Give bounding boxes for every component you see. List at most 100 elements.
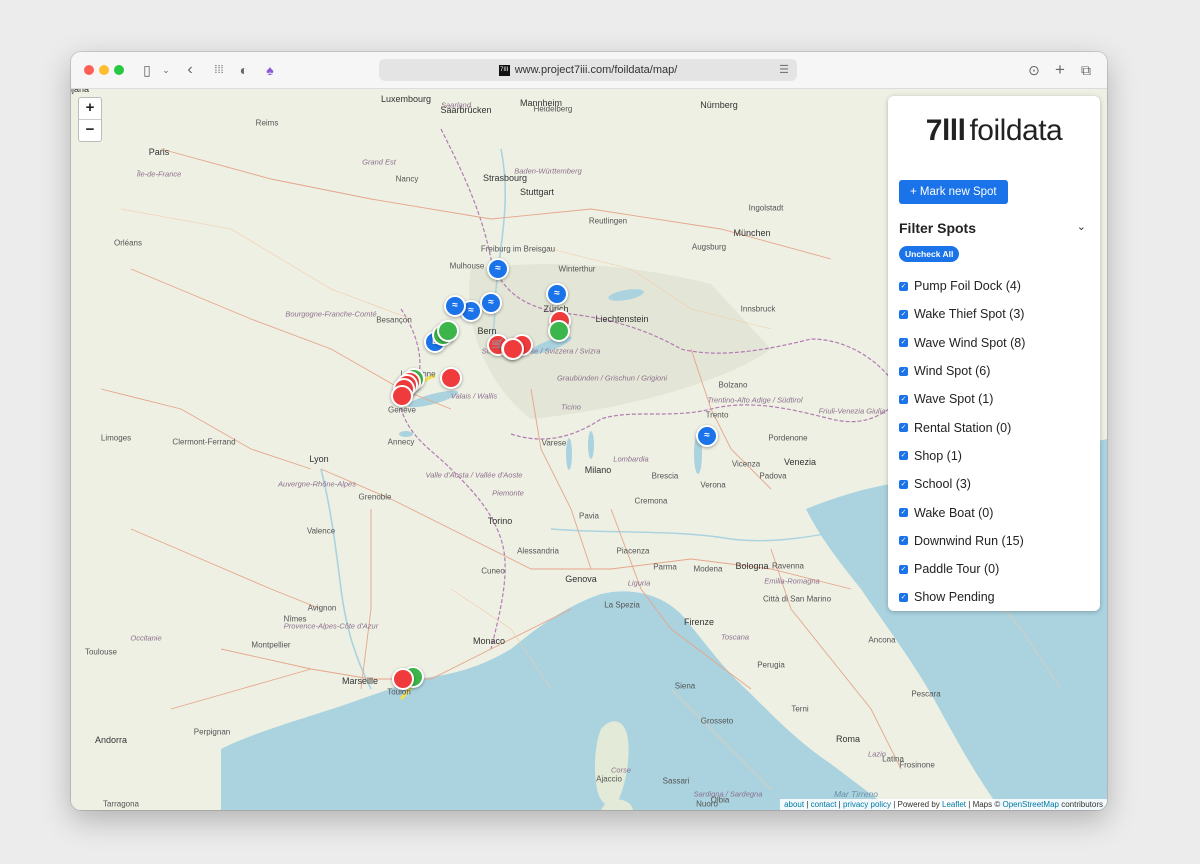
filter-label: Pump Foil Dock (4) (914, 279, 1021, 294)
spot-marker-blue[interactable]: ≈ (444, 295, 466, 317)
filter-option[interactable]: ✓ Pump Foil Dock (4) (899, 272, 1094, 300)
filter-checkbox[interactable]: ✓ (899, 592, 908, 602)
privacy-shield-icon[interactable]: ◐ (237, 60, 251, 80)
filter-option[interactable]: ✓ Wake Boat (0) (899, 498, 1094, 526)
filter-checkbox[interactable]: ✓ (899, 394, 908, 404)
spot-marker-blue[interactable]: ≈ (480, 292, 502, 314)
filter-option[interactable]: ✓ Wave Spot (1) (899, 385, 1094, 413)
map-attribution: about | contact | privacy policy | Power… (780, 799, 1107, 810)
map-label-orl-ans: Orléans (113, 238, 143, 248)
sidebar-icon[interactable]: ▯ (139, 60, 155, 80)
logo-mark: 7lll (925, 114, 966, 147)
spot-marker-blue[interactable]: ≈ (546, 283, 568, 305)
map-label-trentino-alto-adige-s-dtirol: Trentino-Alto Adige / Südtirol (707, 395, 803, 405)
map-label-reutlingen: Reutlingen (588, 216, 628, 226)
filter-option[interactable]: ✓ Wave Wind Spot (8) (899, 329, 1094, 357)
map-label-freiburg-im-breisgau: Freiburg im Breisgau (480, 244, 556, 254)
map-label-occitanie: Occitanie (130, 633, 162, 643)
map-label-pavia: Pavia (578, 511, 600, 521)
map-label-ajaccio: Ajaccio (596, 774, 622, 784)
spot-marker-green[interactable] (437, 320, 459, 342)
back-icon[interactable]: ‹ (183, 60, 197, 80)
filter-label: Wind Spot (6) (914, 364, 991, 379)
map-label-graub-nden-grischun-grigioni: Graubünden / Grischun / Grigioni (556, 373, 668, 383)
map-label-limoges: Limoges (100, 433, 132, 443)
map-label-besan-on: Besançon (376, 315, 412, 325)
chevron-down-icon[interactable]: ⌄ (161, 60, 171, 80)
map-label-bolzano: Bolzano (718, 380, 748, 390)
contact-link[interactable]: contact (811, 800, 837, 809)
spot-marker-red[interactable] (440, 367, 462, 389)
filter-checkbox[interactable]: ✓ (899, 564, 908, 574)
map[interactable]: Luxembourg Saarland Mannheim Saarbrücken Hei… (71, 89, 1107, 810)
spot-marker-blue[interactable]: ≈ (487, 258, 509, 280)
spot-marker-red[interactable] (392, 668, 414, 690)
map-label-bourgogne-franche-comt: Bourgogne-Franche-Comté (285, 309, 377, 319)
tabs-icon[interactable]: ⧉ (1078, 60, 1094, 80)
zoom-window-button[interactable] (114, 65, 124, 75)
map-label-n-mes: Nîmes (283, 614, 307, 624)
filter-option[interactable]: ✓ Shop (1) (899, 442, 1094, 470)
map-label-annecy: Annecy (387, 437, 415, 447)
map-label-heidelberg: Heidelberg (533, 104, 573, 114)
spot-marker-red[interactable] (391, 385, 413, 407)
reader-mode-icon[interactable]: ☰ (779, 63, 789, 76)
filter-option[interactable]: ✓ Rental Station (0) (899, 413, 1094, 441)
map-label-torino: Torino (487, 516, 513, 526)
filter-option[interactable]: ✓ School (3) (899, 470, 1094, 498)
map-label-lombardia: Lombardia (613, 454, 649, 464)
minimize-window-button[interactable] (99, 65, 109, 75)
zoom-out-button[interactable]: − (79, 119, 101, 141)
url-text[interactable]: www.project7iii.com/foildata/map/ (515, 64, 678, 76)
uncheck-all-button[interactable]: Uncheck All (899, 246, 960, 262)
spot-marker-blue[interactable]: ≈ (696, 425, 718, 447)
tab-overview-icon[interactable]: ⁞⁞⁞ (211, 60, 227, 80)
chevron-down-icon[interactable]: ⌄ (1077, 220, 1086, 233)
filter-label: Downwind Run (15) (914, 533, 1024, 548)
filter-option[interactable]: ✓ Wind Spot (6) (899, 357, 1094, 385)
filter-checkbox[interactable]: ✓ (899, 309, 908, 319)
spot-marker-red[interactable] (502, 338, 524, 360)
new-tab-icon[interactable]: + (1052, 60, 1068, 80)
close-window-button[interactable] (84, 65, 94, 75)
zoom-in-button[interactable]: + (79, 98, 101, 119)
map-label-monaco: Monaco (472, 636, 506, 646)
map-label-valais-wallis: Valais / Wallis (450, 391, 498, 401)
filter-checkbox[interactable]: ✓ (899, 423, 908, 433)
filter-option[interactable]: ✓ Downwind Run (15) (899, 527, 1094, 555)
logo-text: foildata (969, 114, 1063, 147)
privacy-policy-link[interactable]: privacy policy (843, 800, 891, 809)
filter-checkbox[interactable]: ✓ (899, 281, 908, 291)
address-bar[interactable]: 7III www.project7iii.com/foildata/map/ ☰ (379, 59, 797, 81)
filter-checkbox[interactable]: ✓ (899, 366, 908, 376)
filter-checkbox[interactable]: ✓ (899, 536, 908, 546)
about-link[interactable]: about (784, 800, 804, 809)
filter-label: Show Pending (914, 590, 995, 605)
openstreetmap-link[interactable]: OpenStreetMap (1002, 800, 1058, 809)
filter-option[interactable]: ✓ Paddle Tour (0) (899, 555, 1094, 583)
map-label-grand-est: Grand Est (362, 157, 396, 167)
map-label-pescara: Pescara (911, 689, 941, 699)
filter-checkbox[interactable]: ✓ (899, 479, 908, 489)
map-label-auvergne-rh-ne-alpes: Auvergne-Rhône-Alpes (278, 479, 356, 489)
spot-marker-green[interactable] (548, 320, 570, 342)
site-logo[interactable]: 7lll foildata (888, 114, 1100, 148)
extension-icon[interactable]: ♠ (263, 60, 277, 80)
filter-checkbox[interactable]: ✓ (899, 338, 908, 348)
map-label-paris: Paris (148, 147, 170, 157)
download-icon[interactable]: ⊙ (1026, 60, 1042, 80)
map-label-ancona: Ancona (868, 635, 896, 645)
map-label-perugia: Perugia (757, 660, 785, 670)
map-label-mar-tirreno: Mar Tirreno (834, 789, 878, 799)
filter-label: Wave Wind Spot (8) (914, 335, 1026, 350)
filter-checkbox[interactable]: ✓ (899, 508, 908, 518)
map-label-firenze: Firenze (683, 617, 715, 627)
map-label-genova: Genova (565, 574, 597, 584)
filter-option[interactable]: ✓ Show Pending (899, 583, 1094, 611)
filter-checkbox[interactable]: ✓ (899, 451, 908, 461)
map-label-grosseto: Grosseto (700, 716, 734, 726)
leaflet-link[interactable]: Leaflet (942, 800, 966, 809)
mark-new-spot-button[interactable]: + Mark new Spot (899, 180, 1008, 204)
map-label-sassari: Sassari (662, 776, 690, 786)
filter-option[interactable]: ✓ Wake Thief Spot (3) (899, 300, 1094, 328)
